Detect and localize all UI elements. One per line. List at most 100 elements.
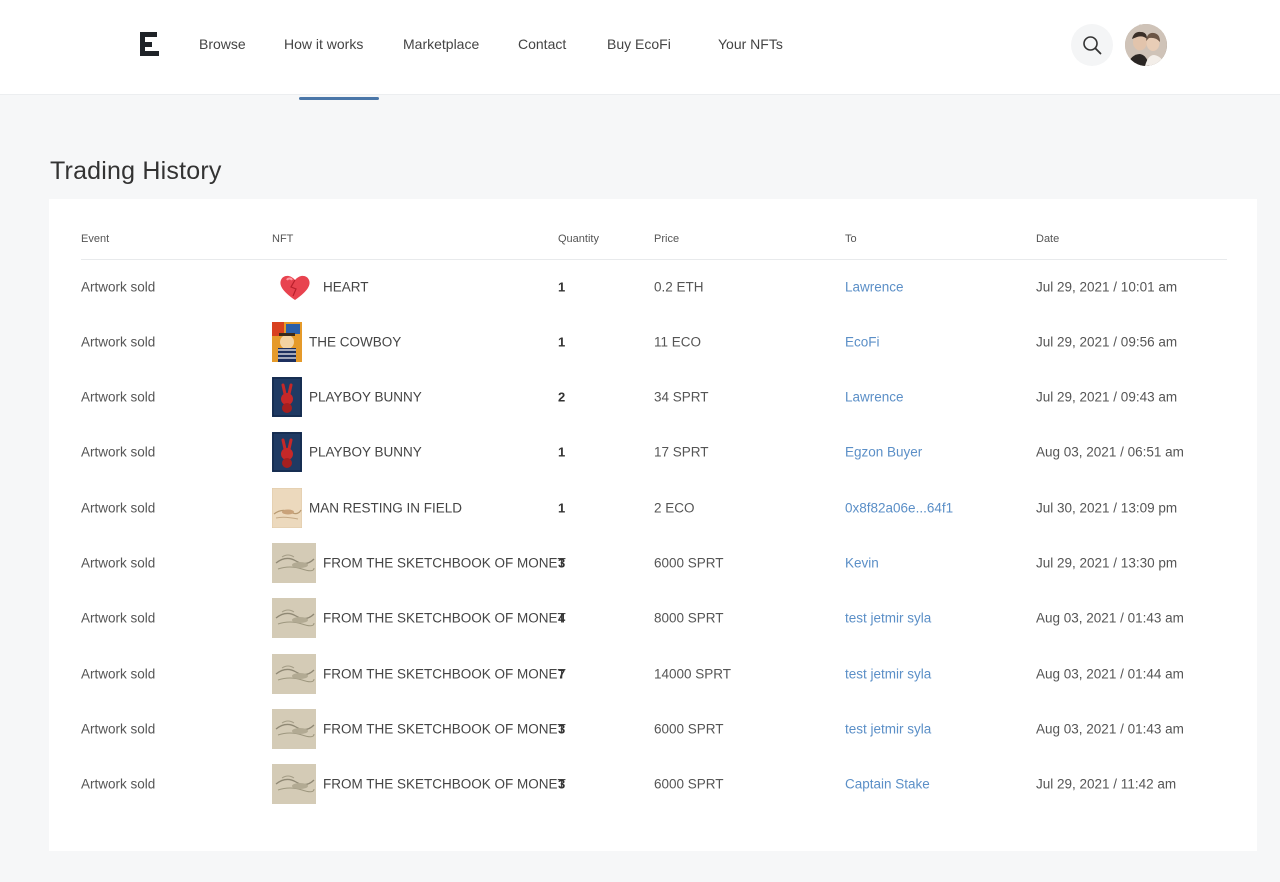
recipient-link[interactable]: EcoFi — [845, 334, 880, 349]
column-header-to: To — [845, 233, 857, 245]
price-cell: 2 ECO — [654, 500, 695, 516]
date-cell: Aug 03, 2021 / 01:44 am — [1036, 666, 1184, 682]
table-row[interactable]: Artwork sold FROM THE SKETCHBOOK OF MONET… — [81, 757, 1227, 812]
table-row[interactable]: Artwork sold HEART 1 0.2 ETH Lawrence Jul 29,… — [81, 259, 1227, 314]
price-cell: 14000 SPRT — [654, 666, 732, 682]
nft-name[interactable]: FROM THE SKETCHBOOK OF MONET — [323, 777, 566, 792]
nav-how-it-works[interactable]: How it works — [284, 36, 363, 52]
nft-thumbnail[interactable] — [272, 321, 302, 362]
column-header-price: Price — [654, 233, 680, 245]
price-cell: 6000 SPRT — [654, 776, 724, 792]
nav-contact[interactable]: Contact — [518, 36, 566, 52]
nft-name[interactable]: FROM THE SKETCHBOOK OF MONET — [323, 721, 566, 736]
recipient-link[interactable]: test jetmir syla — [845, 721, 931, 736]
event-cell: Artwork sold — [81, 776, 156, 792]
table-row[interactable]: Artwork sold FROM THE SKETCHBOOK OF MONET… — [81, 591, 1227, 646]
nft-name[interactable]: HEART — [323, 279, 369, 294]
date-cell: Jul 29, 2021 / 09:56 am — [1036, 334, 1178, 350]
event-cell: Artwork sold — [81, 500, 156, 516]
price-cell: 11 ECO — [654, 334, 702, 350]
event-cell: Artwork sold — [81, 666, 156, 682]
table-row[interactable]: Artwork sold THE COWBOY 1 11 ECO EcoFi Jul 29… — [81, 314, 1227, 369]
nft-thumbnail[interactable] — [272, 377, 302, 418]
quantity-cell: 7 — [558, 666, 566, 682]
nft-thumbnail[interactable] — [272, 432, 302, 473]
search-button[interactable] — [1071, 24, 1113, 66]
recipient-link[interactable]: test jetmir syla — [845, 611, 931, 626]
nft-thumbnail[interactable] — [272, 598, 316, 639]
nft-thumbnail[interactable] — [278, 272, 312, 302]
date-cell: Jul 29, 2021 / 11:42 am — [1036, 776, 1177, 792]
price-cell: 0.2 ETH — [654, 279, 704, 294]
date-cell: Jul 29, 2021 / 10:01 am — [1036, 279, 1178, 294]
event-cell: Artwork sold — [81, 610, 156, 626]
table-row[interactable]: Artwork sold PLAYBOY BUNNY 1 17 SPRT Egzon B… — [81, 425, 1227, 480]
nav-active-indicator — [299, 97, 379, 100]
event-cell: Artwork sold — [81, 334, 156, 350]
recipient-link[interactable]: Lawrence — [845, 279, 904, 294]
price-cell: 8000 SPRT — [654, 610, 724, 626]
top-navigation-bar: Browse How it works Marketplace Contact … — [0, 0, 1280, 95]
nft-name[interactable]: PLAYBOY BUNNY — [309, 390, 422, 405]
price-cell: 6000 SPRT — [654, 721, 724, 737]
quantity-cell: 1 — [558, 444, 566, 460]
ecofi-logo-icon[interactable] — [140, 32, 160, 56]
recipient-link[interactable]: Captain Stake — [845, 777, 930, 792]
recipient-link[interactable]: test jetmir syla — [845, 666, 931, 681]
date-cell: Aug 03, 2021 / 01:43 am — [1036, 610, 1184, 626]
event-cell: Artwork sold — [81, 555, 156, 571]
nft-thumbnail[interactable] — [272, 708, 316, 749]
quantity-cell: 3 — [558, 721, 566, 737]
nft-name[interactable]: FROM THE SKETCHBOOK OF MONET — [323, 556, 566, 571]
date-cell: Jul 29, 2021 / 09:43 am — [1036, 389, 1178, 405]
date-cell: Aug 03, 2021 / 01:43 am — [1036, 721, 1184, 737]
quantity-cell: 1 — [558, 279, 566, 294]
nft-thumbnail[interactable] — [271, 487, 303, 529]
nav-your-nfts[interactable]: Your NFTs — [718, 36, 783, 52]
price-cell: 6000 SPRT — [654, 555, 724, 571]
nav-marketplace[interactable]: Marketplace — [403, 36, 479, 52]
nft-name[interactable]: MAN RESTING IN FIELD — [309, 500, 462, 515]
nav-buy-ecofi[interactable]: Buy EcoFi — [607, 36, 671, 52]
quantity-cell: 3 — [558, 776, 566, 792]
nft-thumbnail[interactable] — [272, 653, 316, 694]
event-cell: Artwork sold — [81, 279, 156, 294]
date-cell: Jul 30, 2021 / 13:09 pm — [1036, 500, 1178, 516]
recipient-link[interactable]: Kevin — [845, 556, 879, 571]
date-cell: Aug 03, 2021 / 06:51 am — [1036, 444, 1184, 460]
recipient-link[interactable]: Egzon Buyer — [845, 445, 922, 460]
table-row[interactable]: Artwork sold FROM THE SKETCHBOOK OF MONET… — [81, 701, 1227, 756]
recipient-link[interactable]: 0x8f82a06e...64f1 — [845, 500, 953, 515]
table-row[interactable]: Artwork sold FROM THE SKETCHBOOK OF MONET… — [81, 536, 1227, 591]
nft-thumbnail[interactable] — [272, 764, 316, 805]
event-cell: Artwork sold — [81, 444, 156, 460]
event-cell: Artwork sold — [81, 389, 156, 405]
avatar[interactable] — [1125, 24, 1167, 66]
nft-name[interactable]: PLAYBOY BUNNY — [309, 445, 422, 460]
nft-name[interactable]: THE COWBOY — [309, 334, 401, 349]
table-row[interactable]: Artwork sold FROM THE SKETCHBOOK OF MONET… — [81, 646, 1227, 701]
column-header-quantity: Quantity — [558, 233, 599, 245]
quantity-cell: 3 — [558, 555, 566, 571]
event-cell: Artwork sold — [81, 721, 156, 737]
trading-history-table: Event NFT Quantity Price To Date Artwork… — [49, 199, 1257, 851]
date-cell: Jul 29, 2021 / 13:30 pm — [1036, 555, 1178, 571]
quantity-cell: 1 — [558, 334, 566, 350]
table-row[interactable]: Artwork sold PLAYBOY BUNNY 2 34 SPRT Lawrenc… — [81, 370, 1227, 425]
column-header-event: Event — [81, 233, 110, 245]
quantity-cell: 2 — [558, 389, 566, 405]
search-icon — [1083, 36, 1102, 55]
nft-name[interactable]: FROM THE SKETCHBOOK OF MONET — [323, 666, 566, 681]
nav-browse[interactable]: Browse — [199, 36, 246, 52]
column-header-date: Date — [1036, 233, 1060, 245]
price-cell: 34 SPRT — [654, 389, 709, 405]
quantity-cell: 1 — [558, 500, 566, 516]
nft-name[interactable]: FROM THE SKETCHBOOK OF MONET — [323, 611, 566, 626]
nft-thumbnail[interactable] — [272, 543, 316, 583]
column-header-nft: NFT — [272, 233, 294, 245]
table-header: Event NFT Quantity Price To Date — [81, 231, 1227, 260]
table-row[interactable]: Artwork sold MAN RESTING IN FIELD 1 2 ECO 0x… — [81, 480, 1227, 535]
recipient-link[interactable]: Lawrence — [845, 390, 904, 405]
price-cell: 17 SPRT — [654, 444, 709, 460]
quantity-cell: 4 — [558, 610, 566, 626]
